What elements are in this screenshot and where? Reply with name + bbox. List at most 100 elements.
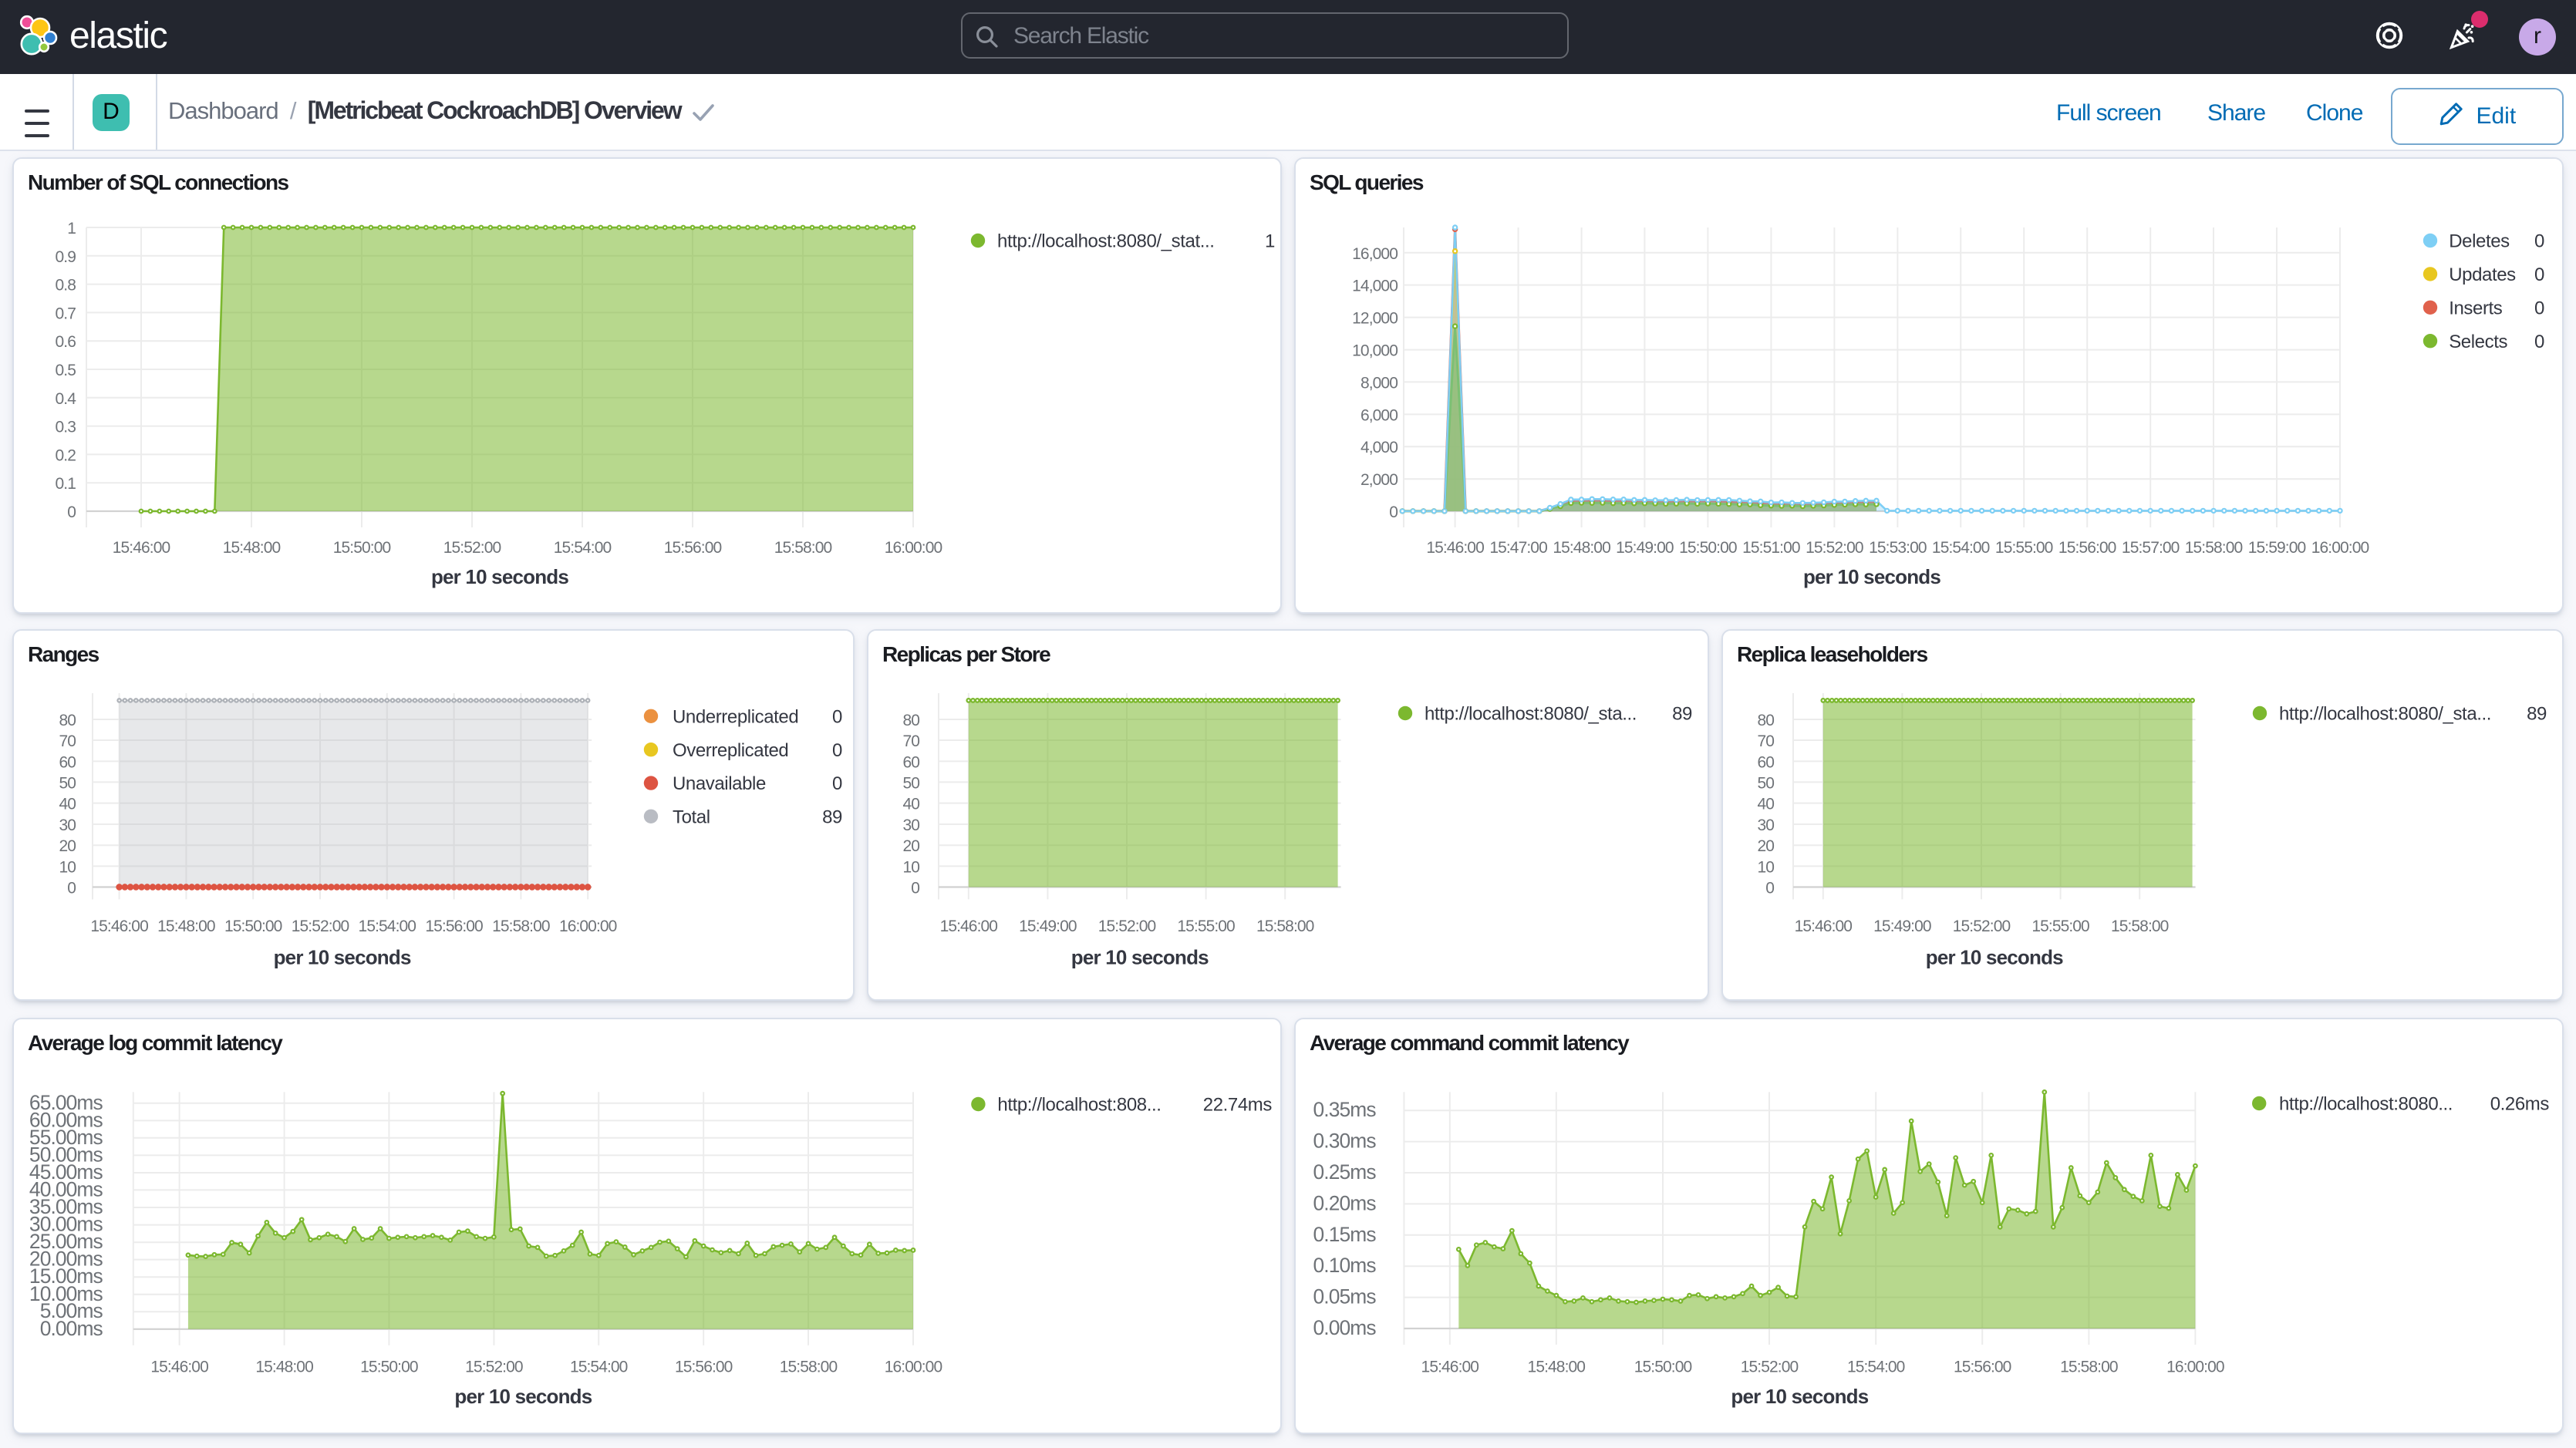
svg-text:15:47:00: 15:47:00 bbox=[1489, 538, 1547, 556]
svg-text:15:54:00: 15:54:00 bbox=[1932, 538, 1990, 556]
svg-text:16:00:00: 16:00:00 bbox=[885, 1358, 942, 1376]
svg-text:50: 50 bbox=[902, 774, 919, 792]
svg-text:Overreplicated: Overreplicated bbox=[673, 739, 788, 760]
svg-text:15:54:00: 15:54:00 bbox=[570, 1358, 628, 1376]
svg-text:0: 0 bbox=[1389, 503, 1398, 520]
svg-text:22.74ms: 22.74ms bbox=[1203, 1094, 1273, 1115]
svg-text:0: 0 bbox=[2534, 297, 2544, 318]
svg-text:0: 0 bbox=[832, 773, 842, 793]
svg-text:15:56:00: 15:56:00 bbox=[675, 1358, 733, 1376]
svg-text:Unavailable: Unavailable bbox=[673, 773, 766, 793]
svg-text:Inserts: Inserts bbox=[2449, 297, 2503, 318]
svg-text:15:54:00: 15:54:00 bbox=[359, 917, 416, 934]
svg-text:http://localhost:808...: http://localhost:808... bbox=[997, 1094, 1161, 1115]
svg-text:per 10 seconds: per 10 seconds bbox=[1071, 945, 1209, 968]
svg-text:50: 50 bbox=[1757, 774, 1774, 792]
svg-text:15:50:00: 15:50:00 bbox=[360, 1358, 418, 1376]
svg-text:15:48:00: 15:48:00 bbox=[1553, 538, 1610, 556]
svg-text:15:49:00: 15:49:00 bbox=[1019, 917, 1077, 934]
svg-text:http://localhost:8080...: http://localhost:8080... bbox=[2279, 1093, 2453, 1114]
svg-text:http://localhost:8080/_sta...: http://localhost:8080/_sta... bbox=[2279, 703, 2491, 724]
svg-text:per 10 seconds: per 10 seconds bbox=[1926, 945, 2063, 968]
svg-text:15:58:00: 15:58:00 bbox=[1256, 917, 1314, 934]
svg-text:15:52:00: 15:52:00 bbox=[1806, 538, 1863, 556]
svg-text:89: 89 bbox=[2527, 703, 2547, 724]
svg-text:15:51:00: 15:51:00 bbox=[1742, 538, 1800, 556]
svg-text:15:58:00: 15:58:00 bbox=[2060, 1358, 2118, 1376]
svg-text:per 10 seconds: per 10 seconds bbox=[274, 945, 411, 968]
svg-text:15:57:00: 15:57:00 bbox=[2122, 538, 2180, 556]
svg-text:Deletes: Deletes bbox=[2449, 231, 2510, 251]
svg-text:15:54:00: 15:54:00 bbox=[1847, 1358, 1905, 1376]
svg-text:15:49:00: 15:49:00 bbox=[1873, 917, 1931, 934]
svg-text:80: 80 bbox=[902, 711, 919, 729]
svg-text:89: 89 bbox=[1672, 703, 1692, 724]
svg-text:15:50:00: 15:50:00 bbox=[224, 917, 282, 934]
svg-text:15:58:00: 15:58:00 bbox=[2111, 917, 2169, 934]
svg-text:15:46:00: 15:46:00 bbox=[1795, 917, 1853, 934]
svg-text:0.15ms: 0.15ms bbox=[1313, 1222, 1377, 1245]
svg-text:http://localhost:8080/_stat...: http://localhost:8080/_stat... bbox=[997, 231, 1215, 251]
svg-text:0.4: 0.4 bbox=[56, 389, 77, 407]
svg-text:30: 30 bbox=[1757, 816, 1774, 833]
svg-text:10: 10 bbox=[1757, 858, 1774, 876]
svg-text:15:58:00: 15:58:00 bbox=[2185, 538, 2243, 556]
svg-text:15:52:00: 15:52:00 bbox=[292, 917, 349, 934]
svg-text:0: 0 bbox=[2534, 331, 2544, 352]
svg-text:15:56:00: 15:56:00 bbox=[2058, 538, 2116, 556]
svg-text:15:56:00: 15:56:00 bbox=[664, 538, 722, 556]
svg-text:80: 80 bbox=[59, 711, 76, 729]
svg-text:per 10 seconds: per 10 seconds bbox=[454, 1384, 592, 1407]
svg-text:Selects: Selects bbox=[2449, 331, 2507, 352]
svg-text:0.8: 0.8 bbox=[56, 276, 76, 294]
svg-text:0.10ms: 0.10ms bbox=[1313, 1253, 1377, 1276]
svg-text:15:55:00: 15:55:00 bbox=[1177, 917, 1235, 934]
svg-text:40: 40 bbox=[59, 795, 76, 813]
svg-text:15:46:00: 15:46:00 bbox=[1421, 1358, 1479, 1376]
svg-text:http://localhost:8080/_sta...: http://localhost:8080/_sta... bbox=[1425, 703, 1637, 724]
svg-text:0.1: 0.1 bbox=[56, 474, 76, 492]
svg-text:0.30ms: 0.30ms bbox=[1313, 1129, 1377, 1152]
svg-text:16:00:00: 16:00:00 bbox=[885, 538, 942, 556]
svg-text:10: 10 bbox=[902, 858, 919, 876]
svg-text:15:52:00: 15:52:00 bbox=[1953, 917, 2011, 934]
svg-text:15:46:00: 15:46:00 bbox=[150, 1358, 208, 1376]
svg-text:per 10 seconds: per 10 seconds bbox=[431, 564, 568, 588]
svg-text:15:56:00: 15:56:00 bbox=[425, 917, 483, 934]
svg-text:0: 0 bbox=[832, 706, 842, 727]
svg-text:16,000: 16,000 bbox=[1352, 244, 1398, 262]
svg-text:2,000: 2,000 bbox=[1360, 470, 1398, 488]
svg-text:60: 60 bbox=[902, 753, 919, 771]
svg-text:4,000: 4,000 bbox=[1360, 438, 1398, 456]
svg-text:15:56:00: 15:56:00 bbox=[1954, 1358, 2011, 1376]
svg-text:0: 0 bbox=[67, 503, 76, 520]
svg-text:15:46:00: 15:46:00 bbox=[1426, 538, 1484, 556]
svg-text:per 10 seconds: per 10 seconds bbox=[1731, 1384, 1868, 1407]
svg-text:89: 89 bbox=[822, 807, 842, 827]
svg-text:16:00:00: 16:00:00 bbox=[2311, 538, 2369, 556]
svg-text:16:00:00: 16:00:00 bbox=[559, 917, 617, 934]
svg-text:0.9: 0.9 bbox=[56, 248, 76, 265]
svg-text:15:46:00: 15:46:00 bbox=[113, 538, 170, 556]
svg-text:12,000: 12,000 bbox=[1352, 309, 1398, 327]
svg-text:40: 40 bbox=[1757, 795, 1774, 813]
svg-text:0.2: 0.2 bbox=[56, 446, 76, 463]
svg-text:15:54:00: 15:54:00 bbox=[554, 538, 612, 556]
svg-text:15:59:00: 15:59:00 bbox=[2248, 538, 2306, 556]
svg-text:15:53:00: 15:53:00 bbox=[1869, 538, 1927, 556]
svg-text:70: 70 bbox=[902, 732, 919, 749]
svg-text:1: 1 bbox=[67, 219, 76, 237]
svg-text:Updates: Updates bbox=[2449, 264, 2516, 285]
svg-text:10: 10 bbox=[59, 858, 76, 876]
svg-text:15:46:00: 15:46:00 bbox=[90, 917, 148, 934]
svg-text:15:58:00: 15:58:00 bbox=[780, 1358, 838, 1376]
svg-text:0.35ms: 0.35ms bbox=[1313, 1097, 1377, 1120]
svg-text:per 10 seconds: per 10 seconds bbox=[1803, 564, 1940, 588]
svg-text:15:52:00: 15:52:00 bbox=[1098, 917, 1156, 934]
svg-text:15:49:00: 15:49:00 bbox=[1616, 538, 1674, 556]
svg-text:65.00ms: 65.00ms bbox=[29, 1090, 103, 1113]
svg-text:0.6: 0.6 bbox=[56, 332, 76, 350]
svg-text:Total: Total bbox=[673, 807, 710, 827]
svg-text:16:00:00: 16:00:00 bbox=[2166, 1358, 2224, 1376]
svg-text:20: 20 bbox=[902, 837, 919, 854]
